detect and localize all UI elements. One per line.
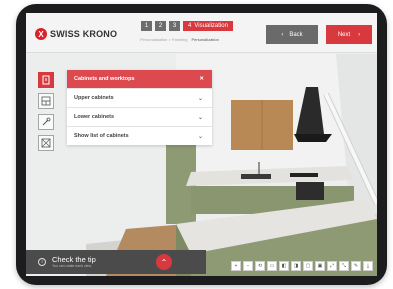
tool-sidebar <box>38 72 54 156</box>
zoom-in-button[interactable]: + <box>231 261 241 271</box>
chevron-up-icon: ⌃ <box>160 257 168 267</box>
cooktop <box>290 173 318 177</box>
tip-toggle-button[interactable]: ⌃ <box>156 254 172 270</box>
panel-item-upper-cabinets[interactable]: Upper cabinets ⌄ <box>67 88 212 107</box>
sink <box>241 174 271 179</box>
info-icon: i <box>38 258 46 266</box>
chevron-left-icon: ‹ <box>281 31 284 38</box>
rotate-button[interactable]: ⟲ <box>255 261 265 271</box>
chevron-down-icon: ⌄ <box>197 133 203 140</box>
zoom-out-button[interactable]: − <box>243 261 253 271</box>
download-button[interactable]: ⤓ <box>363 261 373 271</box>
panel-item-list-cabinets[interactable]: Show list of cabinets ⌄ <box>67 126 212 145</box>
texture-icon <box>41 138 51 148</box>
brush-tool-button[interactable] <box>38 114 54 130</box>
panel-header[interactable]: Cabinets and worktops ✕ <box>67 70 212 88</box>
header-bar: X SWISS KRONO 1 2 3 4 Visualization Pers… <box>26 13 377 53</box>
breadcrumb: Personalisation > Paneling Personalizati… <box>140 37 219 42</box>
logo-text: SWISS KRONO <box>50 29 118 39</box>
tip-bar: i Check the tip You can rotate each view… <box>26 250 208 274</box>
view-top-button[interactable]: ▢ <box>303 261 313 271</box>
tablet-frame: Cabinets and worktops ✕ Upper cabinets ⌄… <box>16 4 387 285</box>
view-right-button[interactable]: ◨ <box>291 261 301 271</box>
view-controls: + − ⟲ ▭ ◧ ◨ ▢ ▣ ⤢ ⤡ ✎ ⤓ <box>231 261 373 271</box>
step-3[interactable]: 3 <box>169 21 180 31</box>
layout-icon <box>41 96 51 106</box>
texture-tool-button[interactable] <box>38 135 54 151</box>
cabinets-panel: Cabinets and worktops ✕ Upper cabinets ⌄… <box>67 70 212 145</box>
panel-item-label: Lower cabinets <box>74 114 115 120</box>
chevron-right-icon: › <box>358 31 361 38</box>
fullscreen-button[interactable]: ⤢ <box>327 261 337 271</box>
panel-item-label: Upper cabinets <box>74 95 114 101</box>
view-3d-button[interactable]: ▣ <box>315 261 325 271</box>
step-indicator: 1 2 3 4 Visualization <box>141 21 233 31</box>
panel-item-lower-cabinets[interactable]: Lower cabinets ⌄ <box>67 107 212 126</box>
step-active-label: Visualization <box>194 23 228 29</box>
kitchen-3d-view[interactable]: Cabinets and worktops ✕ Upper cabinets ⌄… <box>26 54 377 276</box>
step-active-number: 4 <box>188 23 192 29</box>
close-icon[interactable]: ✕ <box>199 76 204 82</box>
breadcrumb-prev[interactable]: Personalisation > Paneling <box>140 37 187 42</box>
app-screen: Cabinets and worktops ✕ Upper cabinets ⌄… <box>26 13 377 276</box>
tip-subtitle: You can rotate each view. <box>52 264 92 268</box>
cabinet-tool-button[interactable] <box>38 72 54 88</box>
brush-icon <box>42 117 51 126</box>
step-2[interactable]: 2 <box>155 21 166 31</box>
exit-fullscreen-button[interactable]: ⤡ <box>339 261 349 271</box>
tip-title: Check the tip <box>52 255 96 264</box>
step-1[interactable]: 1 <box>141 21 152 31</box>
breadcrumb-current: Personalization <box>191 37 219 42</box>
layout-tool-button[interactable] <box>38 93 54 109</box>
oven <box>296 182 324 200</box>
chevron-down-icon: ⌄ <box>197 114 203 121</box>
step-active[interactable]: 4 Visualization <box>183 21 233 31</box>
tip-box: i Check the tip You can rotate each view… <box>26 250 206 274</box>
next-button[interactable]: Next › <box>326 25 372 44</box>
panel-title: Cabinets and worktops <box>74 76 135 82</box>
panel-item-label: Show list of cabinets <box>74 133 129 139</box>
edit-button[interactable]: ✎ <box>351 261 361 271</box>
view-front-button[interactable]: ▭ <box>267 261 277 271</box>
view-left-button[interactable]: ◧ <box>279 261 289 271</box>
next-label: Next <box>337 31 351 38</box>
brand-logo[interactable]: X SWISS KRONO <box>35 28 117 40</box>
back-label: Back <box>289 31 303 38</box>
back-button[interactable]: ‹ Back <box>266 25 318 44</box>
cabinet-icon <box>42 75 50 85</box>
chevron-down-icon: ⌄ <box>197 95 203 102</box>
logo-icon: X <box>35 28 47 40</box>
